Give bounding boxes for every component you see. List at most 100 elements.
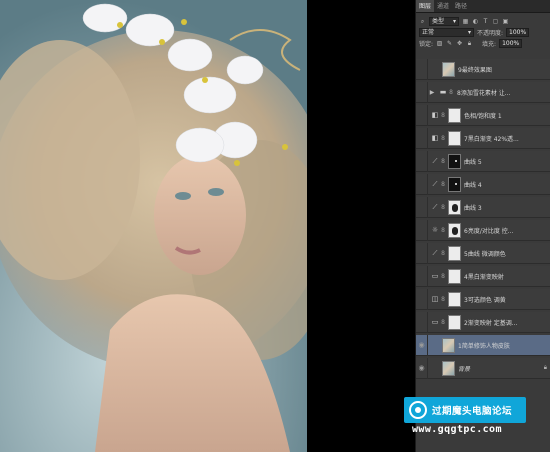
lock-transparent-icon[interactable]: ▨ (436, 40, 443, 47)
selective-color-icon: ◫ (431, 295, 439, 303)
layer-thumbnail (442, 337, 455, 353)
expand-arrow-icon[interactable]: ▶ (428, 89, 436, 96)
panel-tabs: 图层 通道 路径 (416, 0, 550, 13)
smart-object-filter-icon[interactable]: ▣ (502, 18, 509, 25)
lock-icon: 🔒︎ (543, 364, 547, 371)
link-icon: 8 (441, 203, 445, 211)
eye-icon[interactable] (416, 104, 428, 126)
layer-name: 6亮度/对比度 控... (464, 227, 514, 235)
filter-kind-select[interactable]: 类型 ▾ (429, 17, 459, 26)
layer-thumbnail (448, 314, 461, 330)
layer-thumbnail (448, 199, 461, 215)
adjustment-icon: ◧ (431, 111, 439, 119)
link-icon: 8 (441, 226, 445, 234)
lock-all-icon[interactable]: 🔒︎ (466, 40, 473, 47)
layer-thumbnail (448, 130, 461, 146)
layer-row[interactable]: ◉ 背景 🔒︎ (416, 357, 550, 379)
link-icon: 8 (441, 272, 445, 280)
layer-row[interactable]: ▶ ▬ 8 8添加雪花素材 让... (416, 81, 550, 103)
layer-name: 曲线 5 (464, 158, 482, 166)
watermark-url: www.gqgtpc.com (412, 424, 502, 435)
link-icon: 8 (449, 88, 453, 96)
link-icon: 8 (441, 111, 445, 119)
fill-input[interactable]: 100% (499, 39, 523, 48)
layer-row[interactable]: ☼ 8 6亮度/对比度 控... (416, 219, 550, 241)
search-icon: ⌕ (420, 18, 425, 25)
layer-name: 色相/饱和度 1 (464, 112, 502, 120)
eye-icon[interactable] (416, 58, 428, 80)
lock-label: 锁定: (419, 41, 434, 48)
photo-image (0, 0, 307, 452)
layer-row[interactable]: ▭ 8 2渐变映射 定基调... (416, 311, 550, 333)
eye-icon[interactable] (416, 127, 428, 149)
eye-icon[interactable]: ◉ (416, 334, 428, 356)
eye-icon[interactable] (416, 265, 428, 287)
adjustment-filter-icon[interactable]: ◐ (472, 18, 479, 25)
link-icon: 8 (441, 157, 445, 165)
chevron-down-icon: ▾ (467, 29, 471, 36)
link-icon: 8 (441, 180, 445, 188)
opacity-input[interactable]: 100% (506, 28, 530, 37)
folder-icon: ▬ (439, 88, 447, 96)
eye-icon[interactable] (416, 219, 428, 241)
eye-icon[interactable] (416, 150, 428, 172)
link-icon: 8 (441, 318, 445, 326)
link-icon: 8 (441, 134, 445, 142)
filter-row: ⌕ 类型 ▾ ▦ ◐ T ▢ ▣ (416, 16, 550, 27)
eye-icon[interactable] (416, 288, 428, 310)
layers-panel: 图层 通道 路径 ⌕ 类型 ▾ ▦ ◐ T ▢ ▣ 正常 ▾ 不透明度: 100… (415, 0, 550, 452)
layer-row[interactable]: ⟋ 8 5曲线 微调颜色 (416, 242, 550, 264)
layer-name: 3可选颜色 调黄 (464, 296, 506, 304)
link-icon: 8 (441, 295, 445, 303)
eye-icon[interactable] (416, 196, 428, 218)
layer-name: 9最终效果图 (458, 66, 492, 74)
layer-row[interactable]: 9最终效果图 (416, 58, 550, 80)
site-watermark: 过期魔头电脑论坛 www.gqgtpc.com (404, 397, 526, 441)
layer-thumbnail (448, 245, 461, 261)
tab-paths[interactable]: 路径 (452, 0, 470, 12)
layer-row[interactable]: ⟋ 8 曲线 3 (416, 196, 550, 218)
gradient-map-icon: ▭ (431, 272, 439, 280)
layer-row[interactable]: ⟋ 8 曲线 5 (416, 150, 550, 172)
shape-filter-icon[interactable]: ▢ (492, 18, 499, 25)
eye-icon[interactable] (416, 242, 428, 264)
layer-thumbnail (448, 222, 461, 238)
watermark-banner: 过期魔头电脑论坛 (404, 397, 526, 423)
lock-paint-icon[interactable]: ✎ (446, 40, 453, 47)
curves-icon: ⟋ (432, 202, 438, 211)
adjustment-icon: ◧ (431, 134, 439, 142)
document-canvas[interactable] (0, 0, 415, 452)
lock-move-icon[interactable]: ✥ (456, 40, 463, 47)
curves-icon: ⟋ (432, 179, 438, 188)
layer-name: 4黑白渐变映射 (464, 273, 504, 281)
layer-name: 背景 (458, 365, 471, 373)
eye-icon[interactable]: ◉ (416, 357, 428, 379)
link-icon: 8 (441, 249, 445, 257)
layer-row[interactable]: ▭ 8 4黑白渐变映射 (416, 265, 550, 287)
layer-row[interactable]: ◧ 8 7黑白渐变 42%透... (416, 127, 550, 149)
blend-mode-value: 正常 (422, 29, 435, 36)
layer-row[interactable]: ◫ 8 3可选颜色 调黄 (416, 288, 550, 310)
eye-icon[interactable] (416, 81, 428, 103)
layer-row[interactable]: ◧ 8 色相/饱和度 1 (416, 104, 550, 126)
eye-icon[interactable] (416, 311, 428, 333)
lock-row: 锁定: ▨ ✎ ✥ 🔒︎ 填充: 100% (416, 38, 550, 49)
layer-name: 曲线 3 (464, 204, 482, 212)
tab-layers[interactable]: 图层 (416, 0, 435, 12)
layer-row[interactable]: ◉ 1简单修饰人物皮肤 (416, 334, 550, 356)
layer-name: 8添加雪花素材 让... (457, 89, 511, 97)
opacity-label: 不透明度: (477, 30, 504, 37)
layer-name: 7黑白渐变 42%透... (464, 135, 519, 143)
layer-thumbnail (448, 107, 461, 123)
blend-mode-select[interactable]: 正常 ▾ (419, 28, 474, 37)
type-filter-icon[interactable]: T (482, 18, 489, 25)
pixel-filter-icon[interactable]: ▦ (462, 18, 469, 25)
eye-icon[interactable] (416, 173, 428, 195)
tab-channels[interactable]: 通道 (434, 0, 452, 12)
chevron-down-icon: ▾ (452, 18, 456, 25)
filter-kind-value: 类型 (432, 18, 445, 25)
layer-thumbnail (448, 268, 461, 284)
layer-row[interactable]: ⟋ 8 曲线 4 (416, 173, 550, 195)
layer-thumbnail (448, 176, 461, 192)
layer-name: 2渐变映射 定基调... (464, 319, 518, 327)
